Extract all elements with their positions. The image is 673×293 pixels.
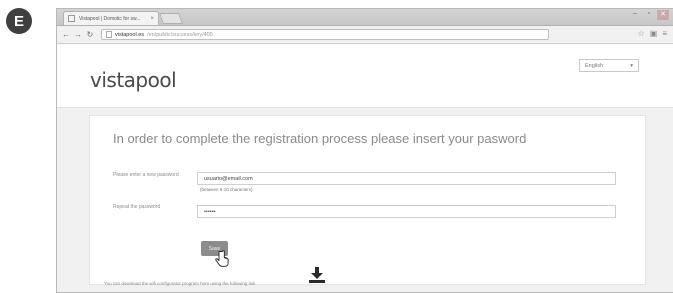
tab-title: Vistapool | Domotic for sw... bbox=[79, 15, 141, 22]
site-logo[interactable]: vistapool bbox=[90, 68, 177, 92]
address-bar[interactable]: vistapool.es/en/public/success/key/405 bbox=[101, 29, 549, 40]
back-arrow-icon[interactable]: ← bbox=[61, 30, 71, 39]
url-path: /en/public/success/key/405 bbox=[147, 31, 213, 38]
new-password-label: Please enter a new password bbox=[113, 172, 179, 178]
repeat-password-label: Repeat the password bbox=[113, 204, 161, 210]
repeat-password-field[interactable]: •••••• bbox=[197, 205, 616, 218]
page-title: In order to complete the registration pr… bbox=[113, 131, 527, 146]
tab-close-icon[interactable]: × bbox=[150, 16, 154, 22]
browser-toolbar: ← → ↻ vistapool.es/en/public/success/key… bbox=[57, 26, 673, 44]
menu-icon[interactable]: ≡ bbox=[662, 29, 667, 38]
page-icon bbox=[106, 31, 112, 38]
new-tab-button[interactable] bbox=[158, 13, 184, 24]
maximize-icon[interactable]: ▫ bbox=[643, 10, 655, 20]
hand-cursor-icon bbox=[215, 250, 229, 267]
new-password-field[interactable]: usuario@email.com bbox=[197, 172, 616, 185]
star-icon[interactable]: ☆ bbox=[638, 29, 645, 38]
forward-arrow-icon[interactable]: → bbox=[73, 30, 83, 39]
close-window-icon[interactable]: ✕ bbox=[657, 10, 669, 20]
chevron-down-icon: ▾ bbox=[630, 62, 633, 69]
site-header: vistapool English ▾ bbox=[57, 44, 673, 108]
page-favicon-icon bbox=[68, 15, 75, 22]
extension-icon[interactable]: ▣ bbox=[650, 29, 658, 38]
download-icon[interactable] bbox=[308, 266, 326, 284]
window-controls: – ▫ ✕ bbox=[629, 10, 669, 20]
step-badge: E bbox=[6, 8, 32, 34]
language-select[interactable]: English ▾ bbox=[579, 59, 639, 72]
minimize-icon[interactable]: – bbox=[629, 10, 641, 20]
browser-window: Vistapool | Domotic for sw... × – ▫ ✕ ← … bbox=[56, 8, 673, 293]
browser-tab[interactable]: Vistapool | Domotic for sw... × bbox=[63, 11, 159, 25]
language-value: English bbox=[585, 62, 604, 69]
registration-card: In order to complete the registration pr… bbox=[89, 115, 646, 286]
toolbar-right: ☆ ▣ ≡ bbox=[638, 29, 667, 38]
download-text: You can download the wifi configurator p… bbox=[104, 281, 256, 286]
password-hint: (between 6-10 characters) bbox=[200, 187, 253, 192]
reload-icon[interactable]: ↻ bbox=[85, 30, 95, 39]
url-host: vistapool.es bbox=[115, 31, 145, 38]
tab-strip: Vistapool | Domotic for sw... × – ▫ ✕ bbox=[57, 9, 673, 26]
page-viewport: vistapool English ▾ In order to complete… bbox=[57, 44, 673, 292]
